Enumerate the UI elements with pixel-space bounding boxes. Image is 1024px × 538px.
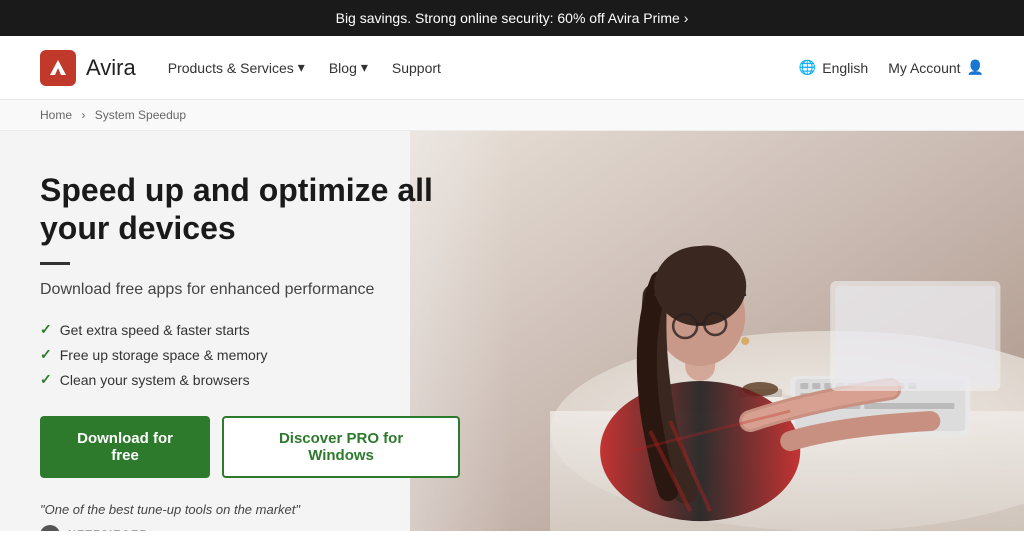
- cta-buttons: Download for free Discover PRO for Windo…: [40, 416, 460, 478]
- banner-chevron: ›: [684, 10, 689, 26]
- nav-blog[interactable]: Blog ▾: [329, 59, 368, 76]
- check-icon-1: ✓: [40, 321, 52, 338]
- nav-links: Products & Services ▾ Blog ▾ Support: [168, 59, 799, 76]
- nav-blog-label: Blog: [329, 60, 357, 76]
- check-icon-2: ✓: [40, 346, 52, 363]
- breadcrumb-current: System Speedup: [95, 108, 186, 122]
- hero-divider: [40, 262, 70, 265]
- language-selector[interactable]: 🌐 English: [799, 59, 868, 76]
- my-account-button[interactable]: My Account 👤: [888, 59, 984, 76]
- reviewer-name: NETZSIEGER: [68, 529, 148, 531]
- breadcrumb: Home › System Speedup: [0, 100, 1024, 131]
- reviewer-logo: N: [40, 525, 60, 531]
- logo-area[interactable]: Avira: [40, 50, 136, 86]
- globe-icon: 🌐: [799, 59, 816, 76]
- language-label: English: [822, 60, 868, 76]
- feature-text-2: Free up storage space & memory: [60, 347, 268, 363]
- avira-logo-svg: [47, 57, 69, 79]
- discover-pro-button[interactable]: Discover PRO for Windows: [222, 416, 460, 478]
- check-icon-3: ✓: [40, 371, 52, 388]
- logo-name: Avira: [86, 55, 136, 81]
- feature-item-2: ✓ Free up storage space & memory: [40, 346, 460, 363]
- logo-icon: [40, 50, 76, 86]
- promo-banner[interactable]: Big savings. Strong online security: 60%…: [0, 0, 1024, 36]
- feature-text-1: Get extra speed & faster starts: [60, 322, 250, 338]
- download-free-button[interactable]: Download for free: [40, 416, 210, 478]
- breadcrumb-separator: ›: [81, 108, 85, 122]
- chevron-down-icon-blog: ▾: [361, 59, 368, 76]
- review-section: "One of the best tune-up tools on the ma…: [40, 502, 460, 531]
- chevron-down-icon: ▾: [298, 59, 305, 76]
- nav-support-label: Support: [392, 60, 441, 76]
- review-quote: "One of the best tune-up tools on the ma…: [40, 502, 460, 517]
- hero-title: Speed up and optimize all your devices: [40, 171, 460, 248]
- nav-support[interactable]: Support: [392, 60, 441, 76]
- banner-text: Big savings. Strong online security: 60%…: [336, 10, 680, 26]
- main-nav: Avira Products & Services ▾ Blog ▾ Suppo…: [0, 36, 1024, 100]
- account-label: My Account: [888, 60, 960, 76]
- nav-products-services[interactable]: Products & Services ▾: [168, 59, 305, 76]
- hero-content: Speed up and optimize all your devices D…: [0, 131, 500, 531]
- hero-subtitle: Download free apps for enhanced performa…: [40, 279, 460, 301]
- feature-item-3: ✓ Clean your system & browsers: [40, 371, 460, 388]
- hero-section: Speed up and optimize all your devices D…: [0, 131, 1024, 531]
- feature-text-3: Clean your system & browsers: [60, 372, 250, 388]
- nav-products-label: Products & Services: [168, 60, 294, 76]
- feature-item-1: ✓ Get extra speed & faster starts: [40, 321, 460, 338]
- user-icon: 👤: [967, 59, 984, 76]
- reviewer: N NETZSIEGER: [40, 525, 460, 531]
- feature-list: ✓ Get extra speed & faster starts ✓ Free…: [40, 321, 460, 388]
- breadcrumb-home[interactable]: Home: [40, 108, 72, 122]
- nav-right: 🌐 English My Account 👤: [799, 59, 984, 76]
